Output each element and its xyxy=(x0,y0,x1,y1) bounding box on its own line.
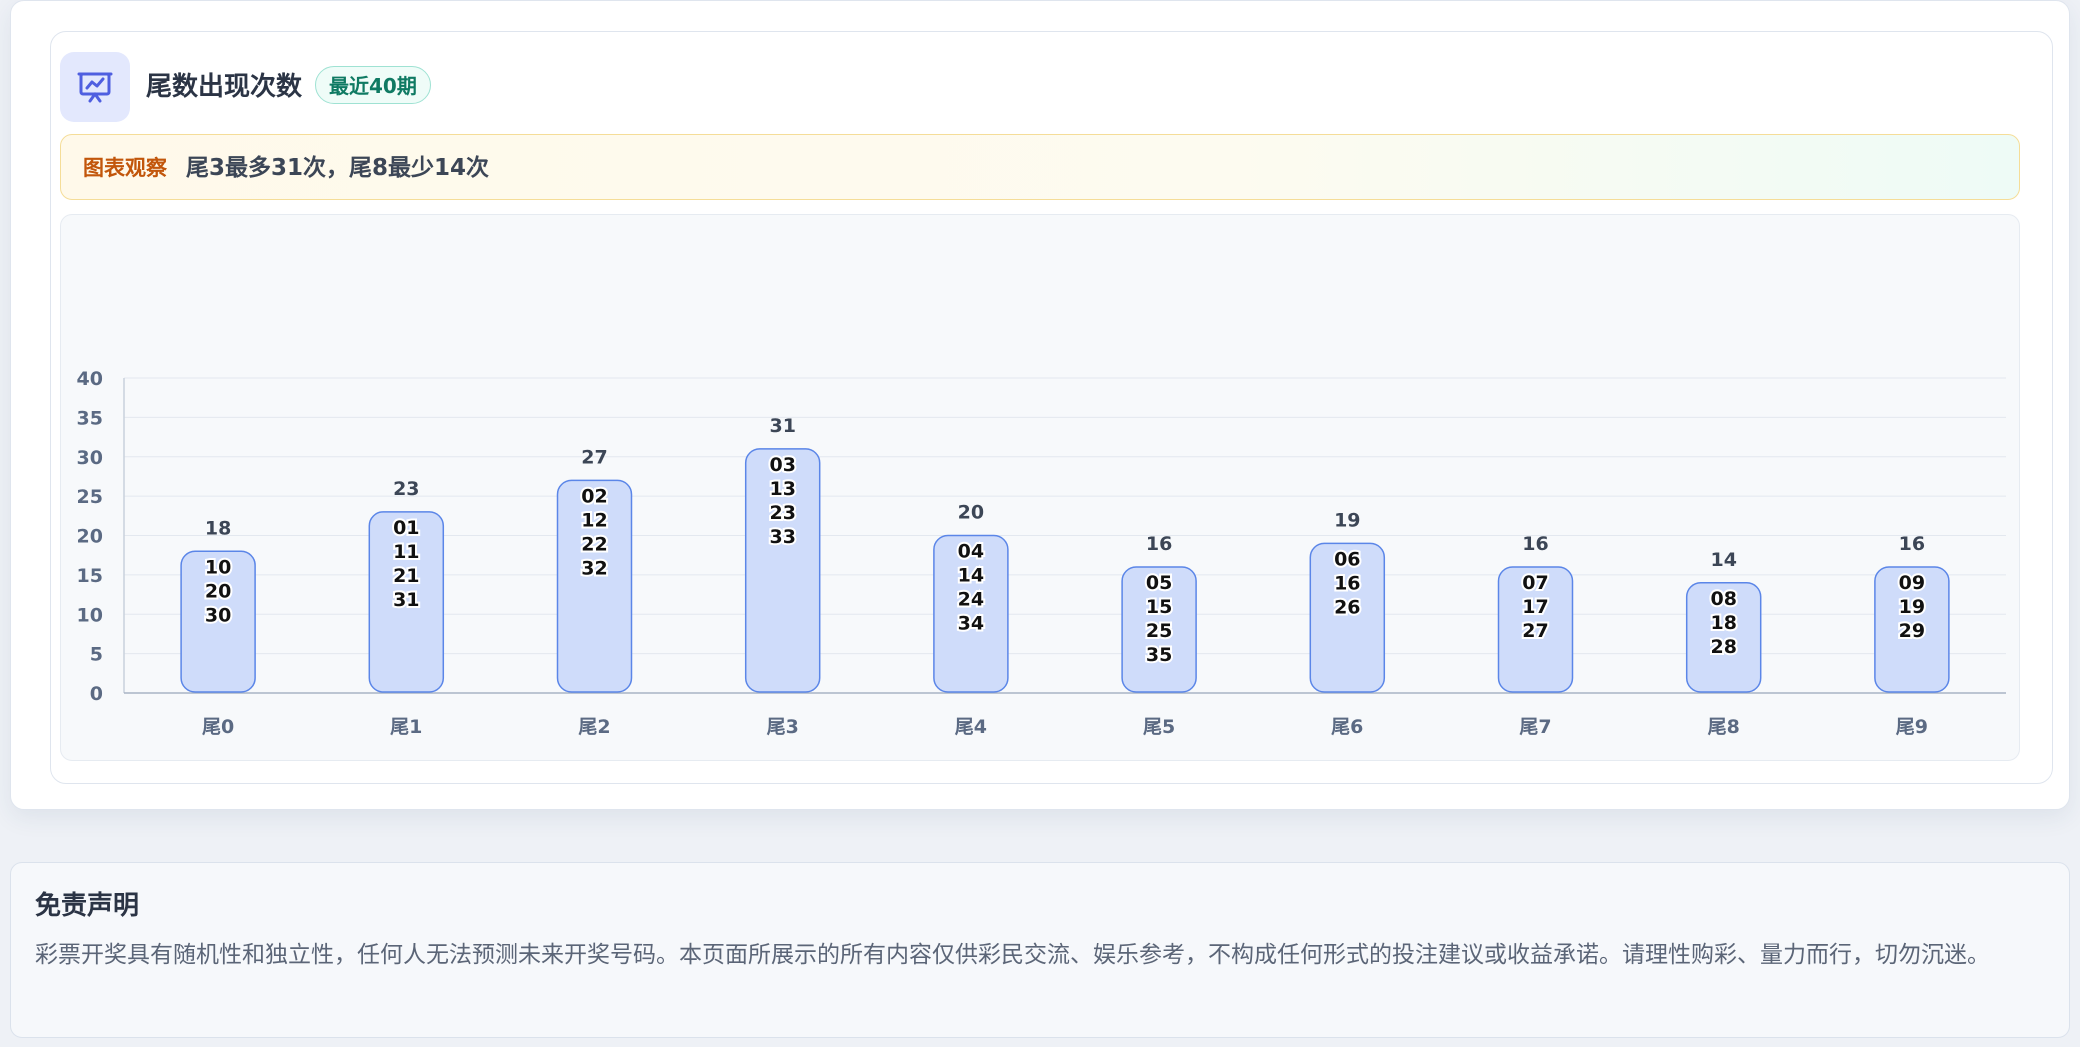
disclaimer-title: 免责声明 xyxy=(35,891,140,921)
insight-label: 图表观察 xyxy=(83,156,167,180)
y-tick-label: 30 xyxy=(77,447,103,469)
bar-number-label: 18 xyxy=(1710,612,1736,634)
x-tick-label: 尾9 xyxy=(1896,716,1928,738)
bar-number-label: 22 xyxy=(581,533,607,555)
page-title: 尾数出现次数 xyxy=(146,72,303,102)
bar-number-label: 26 xyxy=(1334,596,1360,618)
tail-digit-bar-chart: 051015202530354018102030尾02301112131尾127… xyxy=(77,368,2006,738)
x-tick-label: 尾4 xyxy=(955,716,987,738)
bar-number-label: 04 xyxy=(958,541,984,563)
bar-number-label: 19 xyxy=(1899,596,1925,618)
x-tick-label: 尾7 xyxy=(1519,716,1551,738)
disclaimer-text: 彩票开奖具有随机性和独立性，任何人无法预测未来开奖号码。本页面所展示的所有内容仅… xyxy=(35,942,1990,968)
bar-value-label: 16 xyxy=(1899,533,1925,555)
insight-bar: 图表观察 尾3最多31次，尾8最少14次 xyxy=(60,134,2020,200)
bar-number-label: 09 xyxy=(1899,572,1925,594)
bar-number-label: 28 xyxy=(1710,636,1736,658)
bar-number-label: 35 xyxy=(1146,644,1172,666)
bar-number-label: 27 xyxy=(1522,620,1548,642)
bar-number-label: 03 xyxy=(769,454,795,476)
x-tick-label: 尾3 xyxy=(767,716,799,738)
bar-number-label: 31 xyxy=(393,589,419,611)
bar-number-label: 21 xyxy=(393,565,419,587)
bar-number-label: 13 xyxy=(769,478,795,500)
bar-number-label: 08 xyxy=(1710,588,1736,610)
bar-number-label: 23 xyxy=(769,502,795,524)
bar-number-label: 02 xyxy=(581,485,607,507)
disclaimer-panel: 免责声明 彩票开奖具有随机性和独立性，任何人无法预测未来开奖号码。本页面所展示的… xyxy=(10,862,2070,1038)
bar-value-label: 16 xyxy=(1522,533,1548,555)
y-tick-label: 40 xyxy=(77,368,103,390)
bar-value-label: 16 xyxy=(1146,533,1172,555)
bar-number-label: 33 xyxy=(769,526,795,548)
bar-number-label: 14 xyxy=(958,565,984,587)
bar-value-label: 14 xyxy=(1710,549,1736,571)
bar-value-label: 23 xyxy=(393,478,419,500)
presentation-chart-icon xyxy=(60,52,130,122)
y-tick-label: 35 xyxy=(77,407,103,429)
bar-value-label: 19 xyxy=(1334,509,1360,531)
y-tick-label: 25 xyxy=(77,486,103,508)
bar-value-label: 31 xyxy=(769,415,795,437)
bar-value-label: 20 xyxy=(958,502,984,524)
x-tick-label: 尾1 xyxy=(390,716,422,738)
x-tick-label: 尾6 xyxy=(1331,716,1363,738)
x-tick-label: 尾8 xyxy=(1708,716,1740,738)
bar-number-label: 34 xyxy=(958,613,984,635)
bar-number-label: 29 xyxy=(1899,620,1925,642)
bar-value-label: 18 xyxy=(205,517,231,539)
bar-number-label: 10 xyxy=(205,556,231,578)
bar-number-label: 17 xyxy=(1522,596,1548,618)
bar-value-label: 27 xyxy=(581,446,607,468)
chart-panel: 0 5 10 15 20 25 30 35 40 18 10 20 30 尾0 23 01 11 21 31 尾1 27… xyxy=(60,214,2020,761)
bar-number-label: 32 xyxy=(581,557,607,579)
bar-number-label: 16 xyxy=(1334,572,1360,594)
bar-number-label: 06 xyxy=(1334,548,1360,570)
bar-number-label: 20 xyxy=(205,580,231,602)
bar-number-label: 05 xyxy=(1146,572,1172,594)
y-tick-label: 5 xyxy=(90,644,103,666)
bar-number-label: 12 xyxy=(581,509,607,531)
bar-number-label: 01 xyxy=(393,517,419,539)
bar-number-label: 25 xyxy=(1146,620,1172,642)
bar-number-label: 11 xyxy=(393,541,419,563)
x-tick-label: 尾5 xyxy=(1143,716,1175,738)
period-badge: 最近40期 xyxy=(315,66,431,104)
bar-number-label: 24 xyxy=(958,589,984,611)
y-tick-label: 15 xyxy=(77,565,103,587)
bar-number-label: 30 xyxy=(205,604,231,626)
bar-number-label: 07 xyxy=(1522,572,1548,594)
insight-text: 尾3最多31次，尾8最少14次 xyxy=(186,155,490,181)
x-tick-label: 尾2 xyxy=(578,716,610,738)
bar-number-label: 15 xyxy=(1146,596,1172,618)
y-tick-label: 20 xyxy=(77,526,103,548)
x-tick-label: 尾0 xyxy=(202,716,234,738)
y-tick-label: 0 xyxy=(90,683,103,705)
y-tick-label: 10 xyxy=(77,604,103,626)
